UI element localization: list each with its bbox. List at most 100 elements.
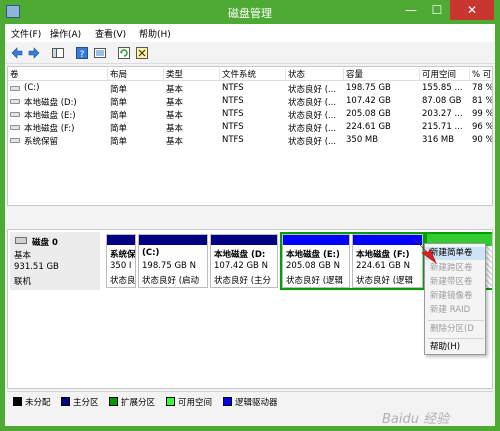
volume-layout: 简单 bbox=[110, 124, 128, 134]
menu-help[interactable]: 帮助(H) bbox=[139, 27, 171, 40]
primary-partition-bar bbox=[139, 235, 207, 245]
forward-arrow-icon[interactable] bbox=[27, 46, 41, 60]
back-arrow-icon[interactable] bbox=[10, 46, 24, 60]
column-header-status[interactable]: 状态 bbox=[286, 68, 344, 80]
help-icon[interactable]: ? bbox=[75, 46, 89, 60]
volume-capacity: 350 MB bbox=[346, 135, 379, 145]
properties-icon[interactable] bbox=[93, 46, 107, 60]
volume-capacity: 107.42 GB bbox=[346, 96, 391, 106]
red-arrow-annotation-icon bbox=[413, 238, 437, 264]
volume-type: 基本 bbox=[166, 137, 184, 147]
column-header-filesystem[interactable]: 文件系统 bbox=[220, 68, 286, 80]
column-header-layout[interactable]: 布局 bbox=[108, 68, 164, 80]
pane-splitter[interactable] bbox=[5, 207, 495, 229]
primary-partition-bar bbox=[211, 235, 277, 245]
close-button[interactable]: ✕ bbox=[450, 0, 494, 20]
partition-size: 224.61 GB N bbox=[356, 261, 410, 271]
volume-layout: 简单 bbox=[110, 137, 128, 147]
volume-row-f[interactable]: 本地磁盘 (F:) 简单 基本 NTFS 状态良好 (... 224.61 GB… bbox=[8, 121, 492, 134]
volume-name: 系统保留 bbox=[24, 137, 59, 147]
volume-free-space: 155.85 ... bbox=[422, 83, 463, 93]
partition-name: (C:) bbox=[142, 248, 160, 258]
volume-icon bbox=[10, 112, 20, 117]
partition-status: 状态良好 (主分 bbox=[214, 276, 272, 286]
volume-layout: 简单 bbox=[110, 85, 128, 95]
refresh-icon[interactable] bbox=[117, 46, 131, 60]
logical-drive-bar bbox=[283, 235, 349, 245]
menu-item-help[interactable]: 帮助(H) bbox=[425, 341, 485, 354]
volume-capacity: 224.61 GB bbox=[346, 122, 391, 132]
volume-status: 状态良好 (... bbox=[288, 85, 337, 95]
toolbar: ? bbox=[5, 42, 495, 64]
primary-partition-bar bbox=[107, 235, 135, 245]
legend-swatch bbox=[223, 397, 232, 406]
volume-percent-free: 78 % bbox=[472, 83, 493, 93]
volume-type: 基本 bbox=[166, 111, 184, 121]
volume-percent-free: 90 % bbox=[472, 135, 493, 145]
volume-row-c[interactable]: (C:) 简单 基本 NTFS 状态良好 (... 198.75 GB 155.… bbox=[8, 82, 493, 95]
menu-file[interactable]: 文件(F) bbox=[11, 27, 41, 40]
partition-e[interactable]: 本地磁盘 (E:) 205.08 GB N 状态良好 (逻辑 bbox=[282, 234, 350, 288]
volume-row-system-reserved[interactable]: 系统保留 简单 基本 NTFS 状态良好 (... 350 MB 316 MB … bbox=[8, 134, 493, 147]
volume-free-space: 87.08 GB bbox=[422, 96, 462, 106]
volume-type: 基本 bbox=[166, 124, 184, 134]
menu-item-delete-partition: 删除分区(D bbox=[430, 324, 474, 334]
legend-label: 逻辑驱动器 bbox=[235, 398, 278, 408]
partition-system-reserved[interactable]: 系统保 350 I 状态良 bbox=[106, 234, 136, 288]
legend-swatch bbox=[109, 397, 118, 406]
volume-list-header: 卷 布局 类型 文件系统 状态 容量 可用空间 % 可 bbox=[8, 67, 492, 81]
volume-name: 本地磁盘 (D:) bbox=[24, 98, 77, 108]
column-header-volume[interactable]: 卷 bbox=[8, 68, 108, 80]
volume-capacity: 198.75 GB bbox=[346, 83, 391, 93]
console-tree-icon[interactable] bbox=[51, 46, 65, 60]
partition-c[interactable]: (C:) 198.75 GB N 状态良好 (启动 bbox=[138, 234, 208, 288]
minimize-button[interactable]: — bbox=[398, 0, 424, 20]
menu-action[interactable]: 操作(A) bbox=[50, 27, 81, 40]
volume-row-e[interactable]: 本地磁盘 (E:) 简单 基本 NTFS 状态良好 (... 205.08 GB… bbox=[8, 108, 493, 121]
volume-status: 状态良好 (... bbox=[288, 98, 337, 108]
volume-percent-free: 99 % bbox=[472, 109, 493, 119]
disk-0-info[interactable]: 磁盘 0 基本 931.51 GB 联机 bbox=[10, 232, 100, 290]
legend-label: 可用空间 bbox=[178, 398, 213, 408]
partition-size: 107.42 GB N bbox=[214, 261, 268, 271]
volume-filesystem: NTFS bbox=[222, 96, 244, 106]
menu-item-new-raid5-volume: 新建 RAID bbox=[430, 305, 471, 315]
partition-name: 本地磁盘 (F:) bbox=[356, 250, 410, 260]
partition-size: 198.75 GB N bbox=[142, 261, 196, 271]
partition-status: 状态良好 (逻辑 bbox=[356, 276, 414, 286]
partition-name: 本地磁盘 (E:) bbox=[286, 250, 340, 260]
volume-icon bbox=[10, 125, 20, 130]
legend-label: 扩展分区 bbox=[121, 398, 156, 408]
volume-capacity: 205.08 GB bbox=[346, 109, 391, 119]
volume-filesystem: NTFS bbox=[222, 83, 244, 93]
volume-list: 卷 布局 类型 文件系统 状态 容量 可用空间 % 可 (C:) 简单 基本 N… bbox=[7, 66, 493, 206]
column-header-capacity[interactable]: 容量 bbox=[344, 68, 420, 80]
column-header-type[interactable]: 类型 bbox=[164, 68, 220, 80]
volume-row-d[interactable]: 本地磁盘 (D:) 简单 基本 NTFS 状态良好 (... 107.42 GB… bbox=[8, 95, 492, 108]
disk-size: 931.51 GB bbox=[14, 262, 59, 272]
legend-swatch bbox=[61, 397, 70, 406]
partition-size: 350 I bbox=[110, 261, 132, 271]
disk-state: 联机 bbox=[14, 277, 32, 287]
menu-item-new-striped-volume: 新建带区卷 bbox=[430, 277, 473, 287]
partition-status: 状态良好 (逻辑 bbox=[286, 276, 344, 286]
volume-status: 状态良好 (... bbox=[288, 124, 337, 134]
legend-label: 未分配 bbox=[25, 398, 51, 408]
maximize-button[interactable]: ☐ bbox=[424, 0, 450, 20]
volume-icon bbox=[10, 86, 20, 91]
volume-type: 基本 bbox=[166, 98, 184, 108]
volume-filesystem: NTFS bbox=[222, 122, 244, 132]
column-header-percent-free[interactable]: % 可 bbox=[470, 68, 492, 80]
volume-filesystem: NTFS bbox=[222, 109, 244, 119]
partition-status: 状态良好 (启动 bbox=[142, 276, 200, 286]
volume-status: 状态良好 (... bbox=[288, 111, 337, 121]
menu-view[interactable]: 查看(V) bbox=[95, 27, 126, 40]
export-list-icon[interactable] bbox=[135, 46, 149, 60]
volume-icon bbox=[10, 138, 20, 143]
partition-d[interactable]: 本地磁盘 (D: 107.42 GB N 状态良好 (主分 bbox=[210, 234, 278, 288]
volume-free-space: 203.27 ... bbox=[422, 109, 463, 119]
svg-text:?: ? bbox=[80, 50, 85, 60]
volume-name: (C:) bbox=[24, 83, 40, 93]
column-header-free-space[interactable]: 可用空间 bbox=[420, 68, 470, 80]
window-frame: 文件(F) 操作(A) 查看(V) 帮助(H) ? 卷 布局 类型 文件系统 状… bbox=[0, 24, 500, 431]
